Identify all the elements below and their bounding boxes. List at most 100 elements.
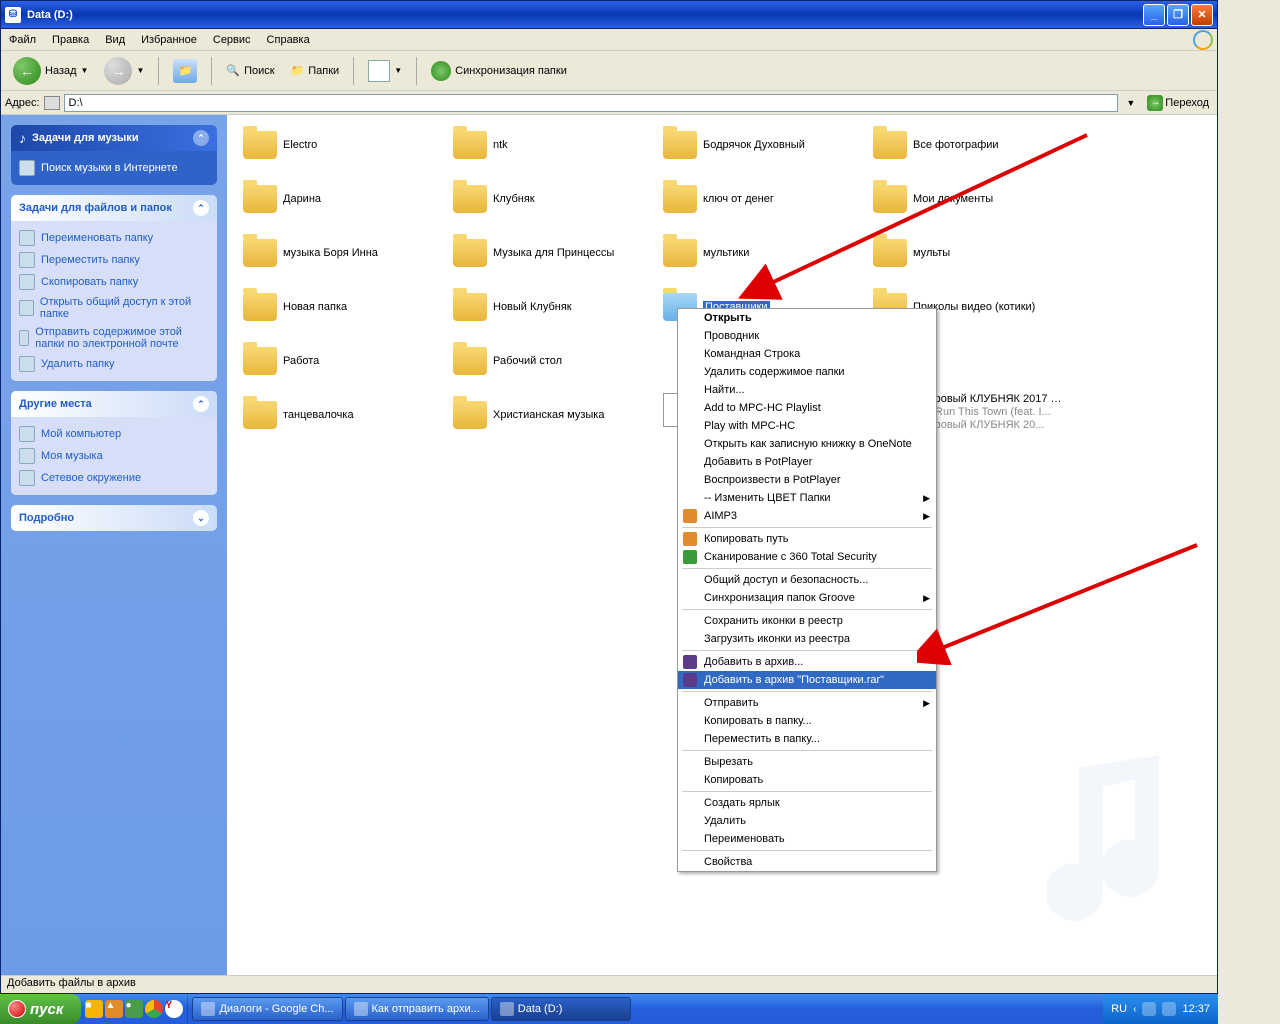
menu-Вид[interactable]: Вид <box>97 31 133 49</box>
forward-button[interactable]: → ▼ <box>98 54 150 88</box>
lang-indicator[interactable]: RU <box>1111 1003 1127 1015</box>
context-menu-item[interactable]: Add to MPC-HC Playlist <box>678 399 936 417</box>
minimize-button[interactable]: _ <box>1143 4 1165 26</box>
folder-item[interactable]: Клубняк <box>453 177 663 221</box>
panel-header[interactable]: Задачи для файлов и папок ⌃ <box>11 195 217 221</box>
context-menu-item[interactable]: Общий доступ и безопасность... <box>678 571 936 589</box>
context-menu-item[interactable]: Переименовать <box>678 830 936 848</box>
back-button[interactable]: ← Назад ▼ <box>7 54 94 88</box>
folder-item[interactable]: Рабочий стол <box>453 339 663 383</box>
folder-item[interactable]: Новая папка <box>243 285 453 329</box>
context-menu-item[interactable]: Синхронизация папок Groove▶ <box>678 589 936 607</box>
sidebar-item[interactable]: Открыть общий доступ к этой папке <box>19 293 209 323</box>
file-view[interactable]: ElectrontkБодрячок ДуховныйВсе фотографи… <box>227 115 1217 975</box>
context-menu-item[interactable]: Копировать в папку... <box>678 712 936 730</box>
menu-Файл[interactable]: Файл <box>1 31 44 49</box>
context-menu-item[interactable]: Воспроизвести в PotPlayer <box>678 471 936 489</box>
context-menu-item[interactable]: Play with MPC-HC <box>678 417 936 435</box>
context-menu-item[interactable]: Копировать <box>678 771 936 789</box>
folder-item[interactable]: Христианская музыка <box>453 393 663 437</box>
up-button[interactable]: 📁 <box>167 56 203 86</box>
maximize-button[interactable]: ❐ <box>1167 4 1189 26</box>
close-button[interactable]: ✕ <box>1191 4 1213 26</box>
views-button[interactable]: ▼ <box>362 57 408 85</box>
sidebar-item[interactable]: Скопировать папку <box>19 271 209 293</box>
folder-item[interactable]: мультики <box>663 231 873 275</box>
sidebar-item[interactable]: Сетевое окружение <box>19 467 209 489</box>
sidebar-item[interactable]: Поиск музыки в Интернете <box>19 157 209 179</box>
clock[interactable]: 12:37 <box>1182 1003 1210 1015</box>
folder-item[interactable]: Бодрячок Духовный <box>663 123 873 167</box>
taskbar-task[interactable]: Диалоги - Google Ch... <box>192 997 342 1021</box>
sidebar-item[interactable]: Моя музыка <box>19 445 209 467</box>
ql-app-icon[interactable]: ■ <box>85 1000 103 1018</box>
context-menu-item[interactable]: Копировать путь <box>678 530 936 548</box>
context-menu-item[interactable]: Добавить в PotPlayer <box>678 453 936 471</box>
context-menu-item[interactable]: Командная Строка <box>678 345 936 363</box>
taskbar-task[interactable]: Как отправить архи... <box>345 997 489 1021</box>
expand-icon[interactable]: ⌄ <box>193 510 209 526</box>
folder-item[interactable]: музыка Боря Инна <box>243 231 453 275</box>
context-menu-item[interactable]: AIMP3▶ <box>678 507 936 525</box>
collapse-icon[interactable]: ⌃ <box>193 200 209 216</box>
folder-item[interactable]: Дарина <box>243 177 453 221</box>
context-menu-item[interactable]: Создать ярлык <box>678 794 936 812</box>
search-button[interactable]: 🔍 Поиск <box>220 61 280 80</box>
folder-item[interactable]: танцевалочка <box>243 393 453 437</box>
context-menu-item[interactable]: Отправить▶ <box>678 694 936 712</box>
context-menu-item[interactable]: Добавить в архив... <box>678 653 936 671</box>
context-menu-item[interactable]: Удалить содержимое папки <box>678 363 936 381</box>
folder-item[interactable]: Работа <box>243 339 453 383</box>
collapse-icon[interactable]: ⌃ <box>193 130 209 146</box>
sidebar-item[interactable]: Мой компьютер <box>19 423 209 445</box>
ql-yandex-icon[interactable]: Y <box>165 1000 183 1018</box>
context-menu-item[interactable]: -- Изменить ЦВЕТ Папки▶ <box>678 489 936 507</box>
menu-Избранное[interactable]: Избранное <box>133 31 205 49</box>
taskbar[interactable]: пуск ■ ▲ ● Y Диалоги - Google Ch...Как о… <box>0 994 1218 1024</box>
folders-button[interactable]: 📁 Папки <box>285 61 346 80</box>
context-menu-item[interactable]: Сканирование с 360 Total Security <box>678 548 936 566</box>
folder-item[interactable]: Новый Клубняк <box>453 285 663 329</box>
ql-chrome-icon[interactable] <box>145 1000 163 1018</box>
context-menu-item[interactable]: Сохранить иконки в реестр <box>678 612 936 630</box>
context-menu-item[interactable]: Вырезать <box>678 753 936 771</box>
context-menu-item[interactable]: Открыть <box>678 309 936 327</box>
folder-item[interactable]: Музыка для Принцессы <box>453 231 663 275</box>
context-menu-item[interactable]: Удалить <box>678 812 936 830</box>
sync-button[interactable]: Синхронизация папки <box>425 58 573 84</box>
context-menu-item[interactable]: Свойства <box>678 853 936 871</box>
sidebar-item[interactable]: Переместить папку <box>19 249 209 271</box>
context-menu-item[interactable]: Открыть как записную книжку в OneNote <box>678 435 936 453</box>
context-menu-item[interactable]: Загрузить иконки из реестра <box>678 630 936 648</box>
folder-item[interactable]: ключ от денег <box>663 177 873 221</box>
collapse-icon[interactable]: ⌃ <box>193 396 209 412</box>
sidebar-item[interactable]: Переименовать папку <box>19 227 209 249</box>
context-menu-item[interactable]: Найти... <box>678 381 936 399</box>
panel-header[interactable]: Другие места ⌃ <box>11 391 217 417</box>
folder-item[interactable]: Мои документы <box>873 177 1083 221</box>
menu-Сервис[interactable]: Сервис <box>205 31 259 49</box>
context-menu-item[interactable]: Проводник <box>678 327 936 345</box>
menu-Справка[interactable]: Справка <box>259 31 318 49</box>
folder-item[interactable]: Все фотографии <box>873 123 1083 167</box>
start-button[interactable]: пуск <box>0 994 81 1024</box>
folder-item[interactable]: Electro <box>243 123 453 167</box>
titlebar[interactable]: ⛁ Data (D:) _ ❐ ✕ <box>1 1 1217 29</box>
ql-app-icon[interactable]: ● <box>125 1000 143 1018</box>
tray-icon[interactable] <box>1162 1002 1176 1016</box>
go-button[interactable]: → Переход <box>1143 95 1213 111</box>
ql-app-icon[interactable]: ▲ <box>105 1000 123 1018</box>
taskbar-task[interactable]: Data (D:) <box>491 997 631 1021</box>
context-menu[interactable]: ОткрытьПроводникКомандная СтрокаУдалить … <box>677 308 937 872</box>
context-menu-item[interactable]: Переместить в папку... <box>678 730 936 748</box>
folder-item[interactable]: мульты <box>873 231 1083 275</box>
tray-icon[interactable] <box>1142 1002 1156 1016</box>
context-menu-item[interactable]: Добавить в архив "Поставщики.rar" <box>678 671 936 689</box>
panel-header[interactable]: ♪Задачи для музыки ⌃ <box>11 125 217 151</box>
sidebar-item[interactable]: Удалить папку <box>19 353 209 375</box>
folder-item[interactable]: ntk <box>453 123 663 167</box>
panel-header[interactable]: Подробно ⌄ <box>11 505 217 531</box>
address-input[interactable] <box>64 94 1119 112</box>
address-dropdown[interactable]: ▼ <box>1122 98 1139 108</box>
sidebar-item[interactable]: Отправить содержимое этой папки по элект… <box>19 323 209 353</box>
